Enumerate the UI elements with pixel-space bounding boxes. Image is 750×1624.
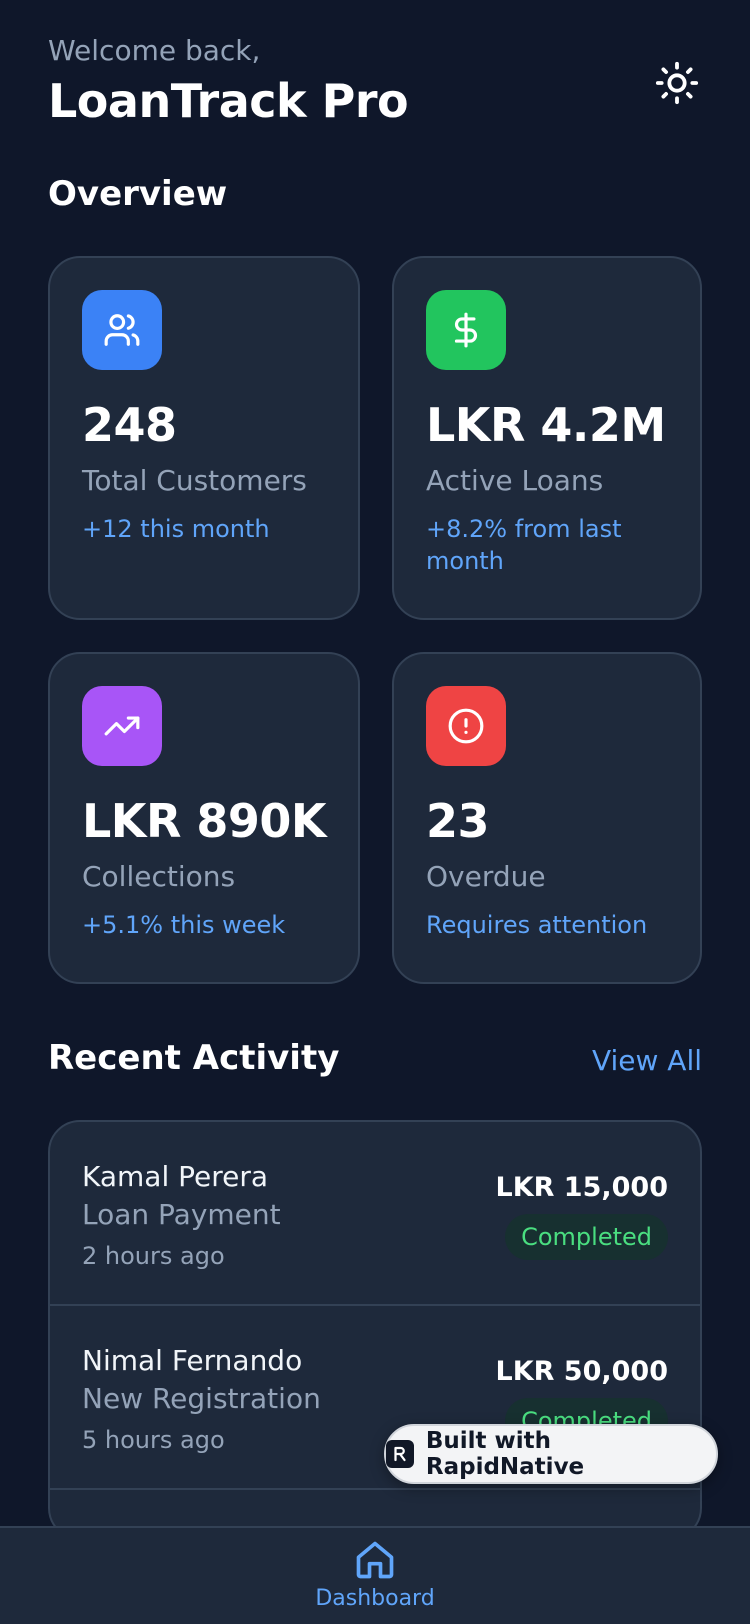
customer-name: Nimal Fernando: [82, 1344, 303, 1377]
view-all-link[interactable]: View All: [592, 1044, 702, 1077]
tab-dashboard[interactable]: Dashboard: [300, 1538, 450, 1624]
overview-title: Overview: [48, 174, 228, 214]
stat-change: +8.2% from last month: [426, 515, 622, 575]
activity-type: Loan Payment: [82, 1198, 281, 1231]
stat-value: LKR 4.2M: [426, 398, 666, 452]
badge-label: Built with RapidNative: [425, 1428, 585, 1480]
rapidnative-logo-icon: [386, 1440, 414, 1468]
stat-change: +5.1% this week: [82, 911, 286, 939]
stat-value: 23: [426, 794, 490, 848]
stat-label: Collections: [82, 860, 236, 893]
status-badge: Completed: [505, 1214, 668, 1260]
stat-label: Overdue: [426, 860, 546, 893]
activity-amount: LKR 50,000: [495, 1356, 668, 1387]
home-icon: [356, 1541, 394, 1579]
app-title: LoanTrack Pro: [48, 74, 409, 128]
dollar-icon: [454, 312, 477, 348]
users-icon-box: [82, 290, 162, 370]
dashboard-screen: Welcome back, LoanTrack Pro Overview 248…: [0, 0, 750, 1624]
bottom-tab-bar: Dashboard: [0, 1526, 750, 1624]
stat-change: +12 this month: [82, 515, 270, 543]
recent-activity-title: Recent Activity: [48, 1038, 340, 1078]
stat-label: Total Customers: [82, 464, 307, 497]
users-icon: [104, 314, 140, 346]
stat-value: 248: [82, 398, 177, 452]
built-with-badge[interactable]: Built with RapidNative: [384, 1424, 718, 1484]
activity-time: 2 hours ago: [82, 1242, 225, 1270]
stat-value: LKR 890K: [82, 794, 327, 848]
alert-icon-box: [426, 686, 506, 766]
theme-toggle-button[interactable]: [652, 58, 702, 108]
activity-amount: LKR 15,000: [495, 1172, 668, 1203]
alert-circle-icon: [448, 708, 484, 744]
tab-label: Dashboard: [315, 1586, 435, 1611]
trending-up-icon: [104, 716, 140, 736]
stat-card-customers[interactable]: 248 Total Customers +12 this month: [48, 256, 360, 620]
stat-label: Active Loans: [426, 464, 604, 497]
activity-type: New Registration: [82, 1382, 321, 1415]
dollar-icon-box: [426, 290, 506, 370]
stat-change: Requires attention: [426, 911, 648, 939]
stat-card-collections[interactable]: LKR 890K Collections +5.1% this week: [48, 652, 360, 984]
activity-time: 5 hours ago: [82, 1426, 225, 1454]
customer-name: Kamal Perera: [82, 1160, 269, 1193]
stat-card-active-loans[interactable]: LKR 4.2M Active Loans +8.2% from last mo…: [392, 256, 702, 620]
welcome-text: Welcome back,: [48, 34, 261, 67]
stat-card-overdue[interactable]: 23 Overdue Requires attention: [392, 652, 702, 984]
sun-icon: [655, 61, 699, 105]
trending-up-icon-box: [82, 686, 162, 766]
activity-row[interactable]: Kamal Perera Loan Payment 2 hours ago LK…: [50, 1122, 700, 1306]
